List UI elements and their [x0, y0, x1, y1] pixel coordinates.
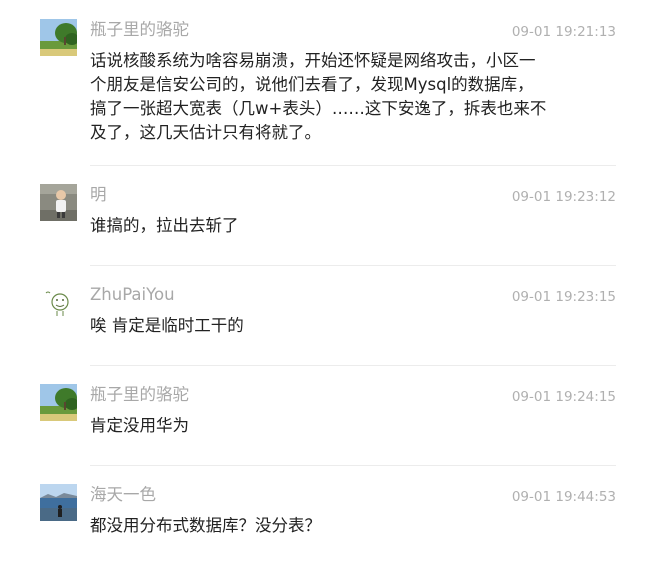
seaside-photo-avatar-icon [40, 484, 77, 521]
comment-divider [90, 165, 616, 166]
comment-nickname[interactable]: 瓶子里的骆驼 [90, 19, 189, 41]
comment-nickname[interactable]: 瓶子里的骆驼 [90, 384, 189, 406]
comment-time: 09-01 19:21:13 [511, 24, 616, 40]
comment-text-line: 都没用分布式数据库？没分表？ [90, 516, 321, 535]
avatar[interactable] [40, 384, 77, 421]
avatar[interactable] [40, 484, 77, 521]
comment-time: 09-01 19:44:53 [511, 489, 616, 505]
comment-divider [90, 265, 616, 266]
comment-time: 09-01 19:24:15 [511, 389, 616, 405]
comment-text: 肯定没用华为 [90, 414, 590, 438]
comment-text: 唉 肯定是临时工干的 [90, 314, 590, 338]
comment-time: 09-01 19:23:15 [511, 289, 616, 305]
comment-nickname[interactable]: ZhuPaiYou [90, 284, 175, 306]
comment-time: 09-01 19:23:12 [511, 189, 616, 205]
comment-nickname[interactable]: 明 [90, 184, 107, 206]
landscape-photo-avatar-icon [40, 19, 77, 56]
comment-divider [90, 365, 616, 366]
comment-divider [90, 465, 616, 466]
avatar[interactable] [40, 184, 77, 221]
comment-text-line: 谁搞的，拉出去斩了 [90, 216, 239, 235]
landscape-photo-avatar-icon [40, 384, 77, 421]
comment-text-line: 搞了一张超大宽表（几w+表头）……这下安逸了，拆表也来不 [90, 99, 547, 118]
comment-text-line: 肯定没用华为 [90, 416, 189, 435]
comment-text-line: 话说核酸系统为啥容易崩溃，开始还怀疑是网络攻击，小区一 [90, 51, 536, 70]
avatar[interactable] [40, 284, 77, 321]
comment-nickname[interactable]: 海天一色 [90, 484, 156, 506]
child-photo-avatar-icon [40, 184, 77, 221]
comment-list: 瓶子里的骆驼 09-01 19:21:13 话说核酸系统为啥容易崩溃，开始还怀疑… [0, 0, 671, 565]
comment-text-line: 个朋友是信安公司的，说他们去看了，发现Mysql的数据库， [90, 75, 534, 94]
comment-text-line: 及了，这几天估计只有将就了。 [90, 123, 321, 142]
avatar[interactable] [40, 19, 77, 56]
comment-text: 话说核酸系统为啥容易崩溃，开始还怀疑是网络攻击，小区一 个朋友是信安公司的，说他… [90, 49, 590, 145]
comment-text: 谁搞的，拉出去斩了 [90, 214, 590, 238]
comment-text: 都没用分布式数据库？没分表？ [90, 514, 590, 538]
comment-text-line: 唉 肯定是临时工干的 [90, 316, 244, 335]
doodle-face-avatar-icon [40, 284, 77, 321]
